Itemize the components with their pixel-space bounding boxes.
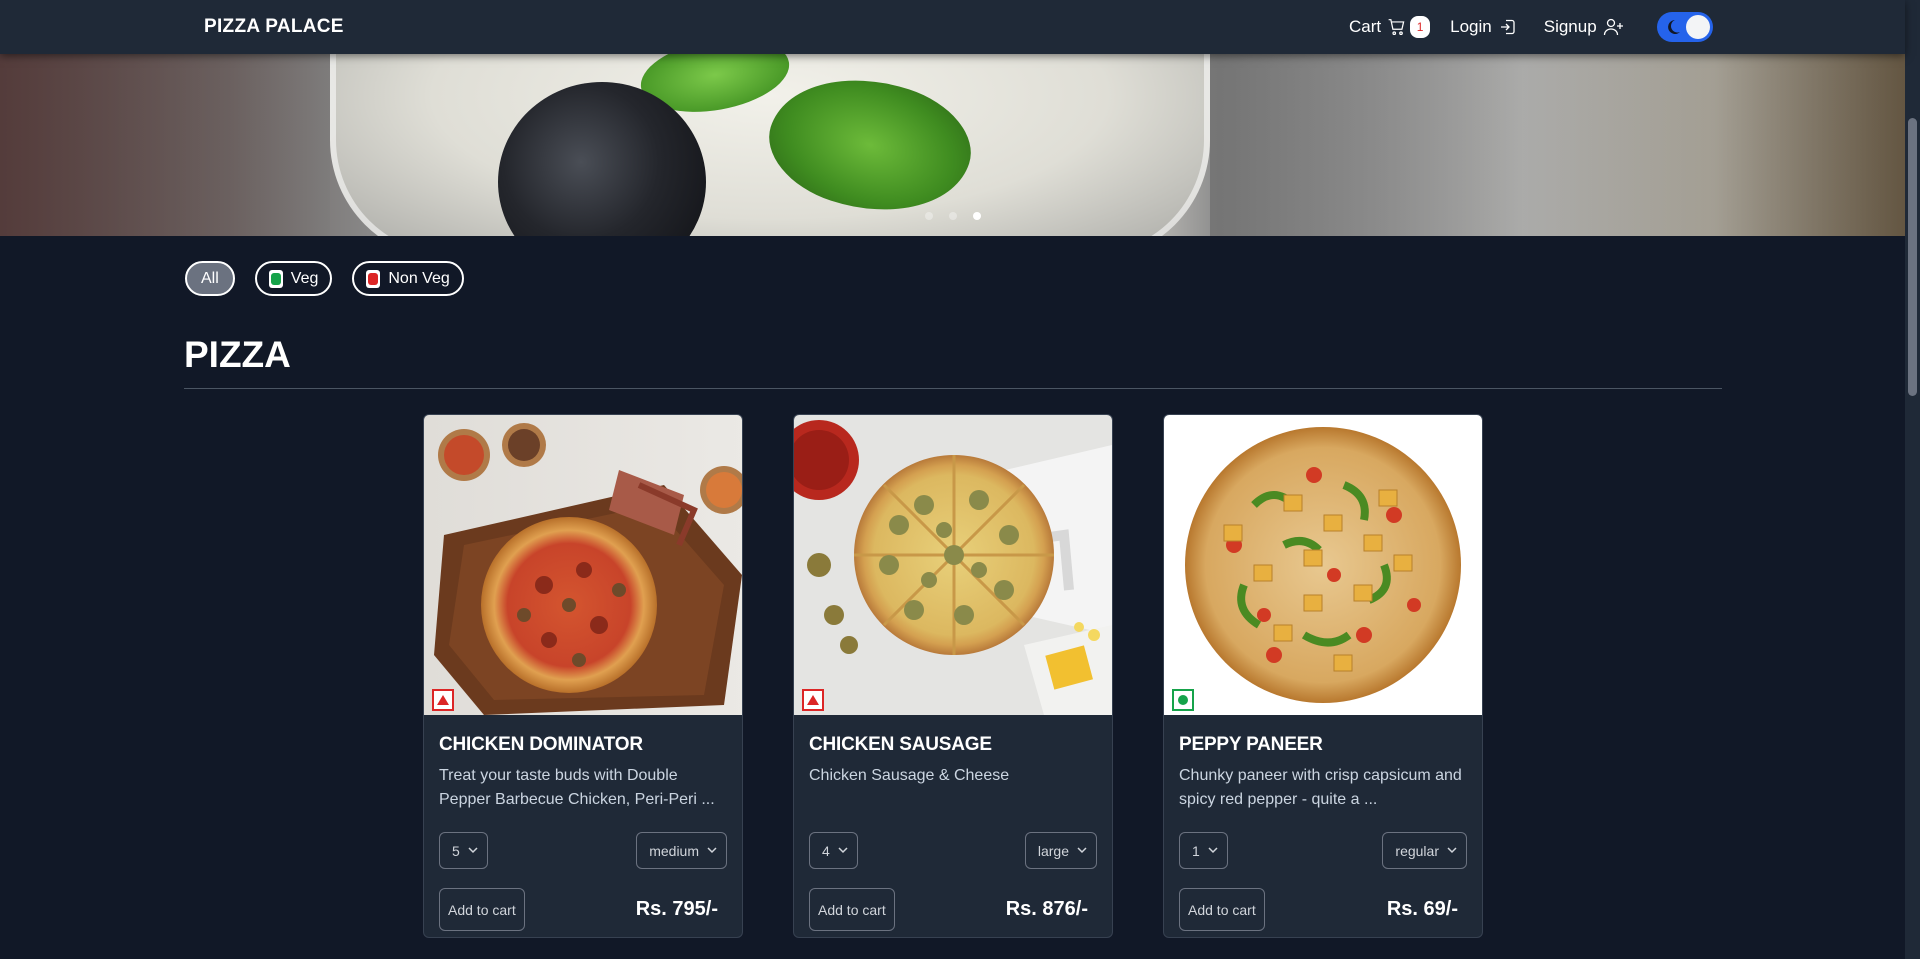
size-select[interactable]: large — [1024, 832, 1097, 869]
add-user-icon — [1603, 18, 1623, 36]
navbar: PIZZA PALACE Cart 1 Login Signup — [0, 0, 1905, 54]
product-card: CHICKEN DOMINATOR Treat your taste buds … — [423, 414, 743, 938]
quantity-select[interactable]: 4 — [809, 832, 858, 869]
nonveg-icon — [802, 689, 824, 711]
filter-nonveg[interactable]: Non Veg — [352, 261, 464, 296]
product-image[interactable] — [794, 415, 1112, 715]
cart-link[interactable]: Cart 1 — [1349, 16, 1431, 38]
product-name: CHICKEN DOMINATOR — [439, 734, 643, 755]
quantity-select[interactable]: 5 — [439, 832, 488, 869]
filter-label: All — [201, 269, 219, 287]
chevron-down-icon — [1208, 847, 1218, 854]
login-label: Login — [1450, 17, 1492, 36]
chevron-down-icon — [707, 847, 717, 854]
signup-link[interactable]: Signup — [1544, 17, 1625, 37]
carousel-dot-active[interactable] — [973, 212, 981, 220]
filter-label: Veg — [290, 269, 319, 287]
product-description: Treat your taste buds with Double Pepper… — [439, 767, 715, 808]
product-price: Rs. 876/- — [1005, 898, 1088, 920]
quantity-select[interactable]: 1 — [1179, 832, 1228, 869]
carousel-indicators — [925, 212, 981, 220]
product-name: PEPPY PANEER — [1179, 734, 1323, 755]
theme-toggle[interactable] — [1656, 12, 1713, 42]
filter-veg[interactable]: Veg — [254, 261, 333, 296]
chevron-down-icon — [468, 847, 478, 854]
cart-count-badge: 1 — [1410, 16, 1431, 38]
section-title: PIZZA — [184, 334, 291, 375]
moon-icon — [1667, 20, 1680, 34]
filter-label: Non Veg — [388, 269, 450, 287]
product-card: CHICKEN SAUSAGE Chicken Sausage & Cheese… — [793, 414, 1113, 938]
cart-icon — [1388, 19, 1405, 36]
product-description: Chicken Sausage & Cheese — [809, 767, 1010, 784]
size-value: large — [1037, 842, 1069, 859]
veg-icon — [1172, 689, 1194, 711]
product-name: CHICKEN SAUSAGE — [809, 734, 992, 755]
brand-logo[interactable]: PIZZA PALACE — [204, 16, 344, 38]
filter-all[interactable]: All — [185, 261, 235, 296]
carousel-dot[interactable] — [925, 212, 933, 220]
quantity-value: 4 — [822, 842, 830, 859]
product-image[interactable] — [424, 415, 742, 715]
product-image[interactable] — [1164, 415, 1482, 715]
product-price: Rs. 69/- — [1386, 898, 1458, 920]
nonveg-icon — [366, 269, 381, 288]
page-scrollbar[interactable] — [1905, 0, 1920, 959]
size-value: regular — [1395, 842, 1439, 859]
add-to-cart-button[interactable]: Add to cart — [809, 888, 895, 931]
size-value: medium — [649, 842, 699, 859]
category-filters: All Veg Non Veg — [185, 261, 484, 296]
product-card: PEPPY PANEER Chunky paneer with crisp ca… — [1163, 414, 1483, 938]
login-icon — [1500, 19, 1515, 35]
nav-links: Cart 1 Login Signup — [1349, 0, 1713, 54]
size-select[interactable]: medium — [636, 832, 727, 869]
chevron-down-icon — [838, 847, 848, 854]
nonveg-icon — [432, 689, 454, 711]
toggle-knob — [1685, 15, 1710, 39]
add-to-cart-button[interactable]: Add to cart — [1179, 888, 1265, 931]
chevron-down-icon — [1077, 847, 1087, 854]
size-select[interactable]: regular — [1382, 832, 1467, 869]
scrollbar-thumb[interactable] — [1908, 118, 1917, 396]
section-divider — [184, 388, 1722, 389]
cart-label: Cart — [1349, 17, 1382, 36]
signup-label: Signup — [1543, 17, 1597, 36]
product-price: Rs. 795/- — [635, 898, 718, 920]
carousel-dot[interactable] — [949, 212, 957, 220]
quantity-value: 5 — [452, 842, 460, 859]
login-link[interactable]: Login — [1450, 17, 1518, 37]
chevron-down-icon — [1447, 847, 1457, 854]
add-to-cart-button[interactable]: Add to cart — [439, 888, 525, 931]
veg-icon — [268, 269, 283, 288]
product-description: Chunky paneer with crisp capsicum and sp… — [1179, 767, 1462, 808]
quantity-value: 1 — [1192, 842, 1200, 859]
